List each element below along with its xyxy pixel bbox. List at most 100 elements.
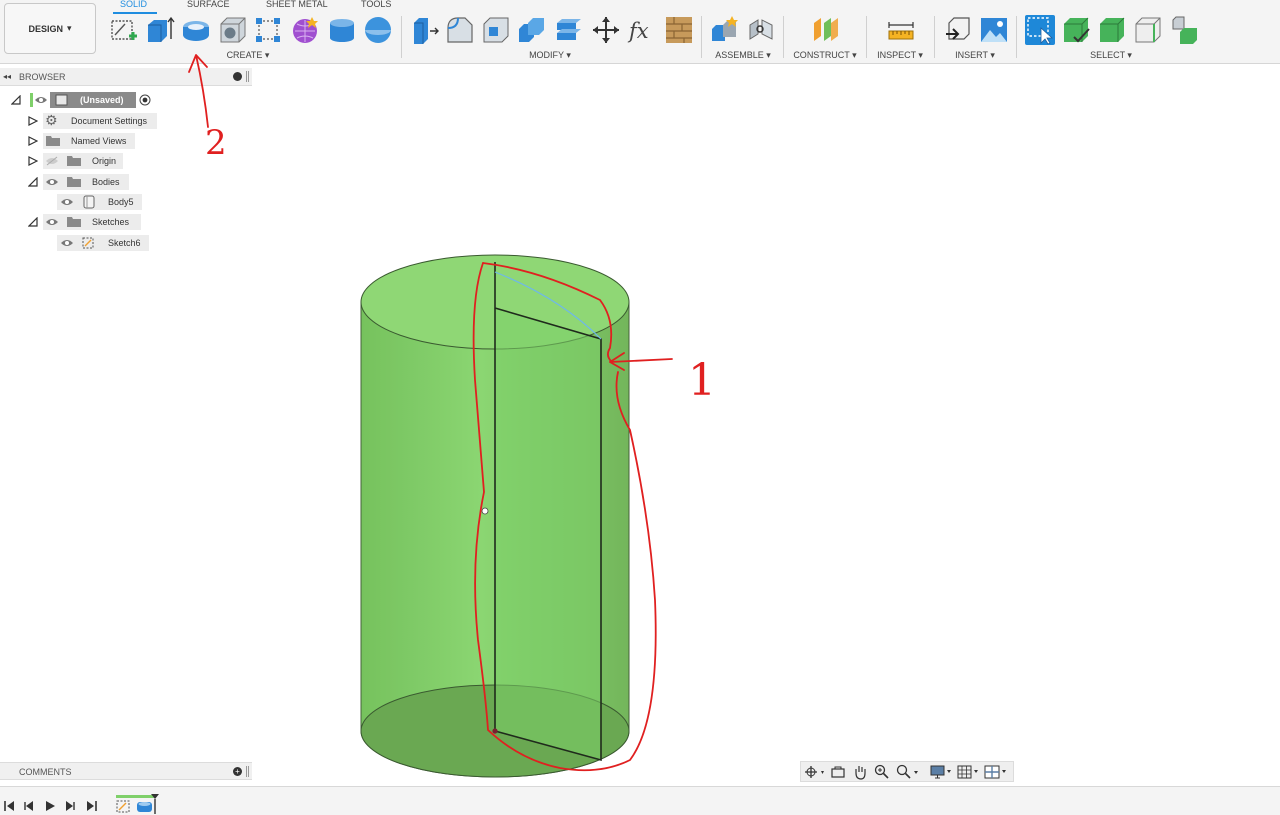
collapsed-triangle-icon[interactable] [28, 136, 38, 146]
look-at-icon[interactable] [830, 765, 846, 779]
select-menu[interactable]: SELECT ▾ [1087, 50, 1135, 61]
step-forward-icon[interactable] [64, 800, 76, 812]
folder-icon [67, 217, 81, 227]
tree-row-document-settings[interactable]: ⚙ Document Settings [0, 112, 252, 130]
tree-row-named-views[interactable]: Named Views [0, 132, 252, 150]
insert-derive-icon[interactable] [943, 15, 973, 45]
display-settings-icon[interactable] [930, 764, 954, 780]
play-icon[interactable] [44, 800, 56, 812]
eye-icon[interactable] [60, 197, 74, 207]
eye-hidden-icon[interactable] [45, 156, 59, 166]
revolve-icon[interactable] [181, 15, 211, 45]
expanded-triangle-icon[interactable] [11, 95, 21, 105]
assemble-menu[interactable]: ASSEMBLE ▾ [713, 50, 773, 61]
shell-icon[interactable] [481, 15, 511, 45]
pattern-icon[interactable] [253, 15, 283, 45]
create-form-icon[interactable] [290, 15, 320, 45]
grid-settings-icon[interactable] [957, 764, 981, 780]
eye-icon[interactable] [45, 177, 59, 187]
timeline-sketch-feature-icon[interactable] [115, 799, 133, 814]
component-icon [55, 94, 68, 106]
orbit-icon[interactable] [804, 765, 826, 779]
parameters-icon[interactable]: fx [627, 15, 657, 45]
sketch-profile[interactable] [481, 262, 602, 762]
offset-plane-icon[interactable] [811, 15, 841, 45]
expanded-triangle-icon[interactable] [28, 217, 38, 227]
appearance-icon[interactable] [664, 15, 694, 45]
toolbar-divider [866, 16, 867, 58]
create-menu[interactable]: CREATE ▾ [218, 50, 278, 61]
create-sketch-icon[interactable] [109, 15, 139, 45]
cylinder-body[interactable] [360, 254, 630, 778]
new-component-icon[interactable] [710, 15, 740, 45]
tree-row-bodies[interactable]: Bodies [0, 173, 252, 191]
design-workspace-button[interactable]: DESIGN ▾ [4, 3, 96, 54]
extrude-icon[interactable] [145, 15, 175, 45]
measure-icon[interactable] [886, 15, 916, 45]
inspect-menu[interactable]: INSPECT ▾ [875, 50, 925, 61]
insert-canvas-icon[interactable] [979, 15, 1009, 45]
construct-menu[interactable]: CONSTRUCT ▾ [793, 50, 857, 61]
tree-row-body5[interactable]: Body5 [0, 193, 252, 211]
select-body-icon[interactable] [1062, 15, 1092, 45]
design-workspace-label: DESIGN [28, 23, 63, 34]
expanded-triangle-icon[interactable] [28, 177, 38, 187]
go-to-start-icon[interactable] [3, 800, 15, 812]
zoom-icon[interactable] [874, 764, 890, 780]
tab-surface[interactable]: SURFACE [187, 0, 230, 9]
joint-icon[interactable] [746, 15, 776, 45]
tree-row-sketches[interactable]: Sketches [0, 213, 252, 231]
go-to-end-icon[interactable] [86, 800, 98, 812]
collapse-panel-icon[interactable]: ◂◂ [3, 72, 11, 81]
tree-label-sketches: Sketches [92, 217, 130, 227]
select-face-icon[interactable] [1098, 15, 1128, 45]
add-comment-icon[interactable]: + [233, 767, 242, 776]
tree-label-origin: Origin [92, 156, 117, 166]
fit-zoom-icon[interactable] [896, 764, 922, 780]
select-edge-icon[interactable] [1134, 15, 1164, 45]
comments-panel[interactable]: COMMENTS + [0, 762, 252, 780]
annotation-marks [188, 54, 673, 772]
move-icon[interactable] [591, 15, 621, 45]
navigation-bar [800, 761, 1014, 782]
modify-menu[interactable]: MODIFY ▾ [520, 50, 580, 61]
hole-icon[interactable] [218, 15, 248, 45]
fillet-icon[interactable] [445, 15, 475, 45]
chevron-down-icon: ▾ [66, 23, 72, 33]
eye-icon[interactable] [34, 95, 48, 105]
collapsed-triangle-icon[interactable] [28, 116, 38, 126]
step-back-icon[interactable] [23, 800, 35, 812]
sphere-icon[interactable] [363, 15, 393, 45]
tab-tools[interactable]: TOOLS [361, 0, 391, 9]
tree-row-sketch6[interactable]: Sketch6 [0, 234, 252, 252]
minimize-icon[interactable] [233, 72, 242, 81]
split-body-icon[interactable] [554, 15, 584, 45]
annotation-1: 1 [688, 355, 716, 406]
active-tab-indicator [113, 12, 157, 14]
timeline-marker-icon[interactable] [150, 793, 160, 815]
viewports-icon[interactable] [984, 764, 1010, 780]
tab-solid[interactable]: SOLID [120, 0, 147, 9]
tree-row-origin[interactable]: Origin [0, 152, 252, 170]
tree-label-bodies: Bodies [92, 177, 120, 187]
panel-grip-icon[interactable] [246, 766, 249, 777]
select-component-icon[interactable] [1170, 15, 1200, 45]
svg-text:fx: fx [627, 19, 649, 43]
collapsed-triangle-icon[interactable] [28, 156, 38, 166]
panel-grip-icon[interactable] [246, 71, 249, 82]
select-icon[interactable] [1025, 15, 1055, 45]
combine-icon[interactable] [517, 15, 547, 45]
tree-label-sketch6: Sketch6 [108, 238, 141, 248]
activate-radio-icon[interactable] [139, 94, 151, 106]
pan-icon[interactable] [852, 764, 868, 780]
cylinder-icon[interactable] [327, 15, 357, 45]
browser-header: ◂◂ BROWSER [0, 68, 252, 86]
comments-title: COMMENTS [19, 767, 72, 777]
eye-icon[interactable] [60, 238, 74, 248]
tree-row-root[interactable]: (Unsaved) [0, 91, 252, 109]
eye-icon[interactable] [45, 217, 59, 227]
insert-menu[interactable]: INSERT ▾ [948, 50, 1002, 61]
press-pull-icon[interactable] [409, 15, 439, 45]
tab-sheet-metal[interactable]: SHEET METAL [266, 0, 328, 9]
sketch-point[interactable] [481, 507, 489, 515]
